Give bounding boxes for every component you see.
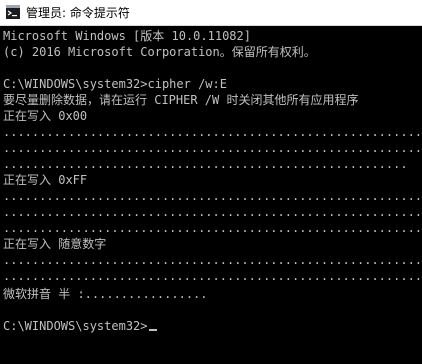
console-output[interactable]: Microsoft Windows [版本 10.0.11082] (c) 20… — [0, 26, 422, 364]
console-prompt-line[interactable]: C:\WINDOWS\system32> — [3, 318, 157, 334]
cmd-icon — [6, 5, 20, 19]
console-line-notice: 要尽量删除数据，请在运行 CIPHER /W 时关闭其他所有应用程序 — [3, 93, 359, 107]
console-line-writing-00: 正在写入 0x00 — [3, 109, 88, 123]
console-prompt: C:\WINDOWS\system32> — [3, 319, 148, 333]
ime-status-line: 微软拼音 半 :................. — [3, 287, 208, 301]
console-line-progress: ........................................… — [3, 205, 422, 219]
console-line-version: Microsoft Windows [版本 10.0.11082] — [3, 29, 251, 43]
console-line-progress: ........................................… — [3, 189, 422, 203]
console-line-progress: ........................................… — [3, 221, 422, 235]
console-line-progress: ........................................… — [3, 253, 422, 267]
console-line-progress: ........................................… — [3, 269, 422, 283]
window-title: 管理员: 命令提示符 — [26, 6, 130, 20]
console-line-writing-ff: 正在写入 0xFF — [3, 173, 88, 187]
console-line-progress: ........................................… — [3, 141, 422, 155]
console-line-copyright: (c) 2016 Microsoft Corporation。保留所有权利。 — [3, 45, 316, 59]
console-line-command: C:\WINDOWS\system32>cipher /w:E — [3, 77, 227, 91]
console-line-progress: ........................................… — [3, 125, 422, 139]
text-cursor — [148, 329, 157, 331]
console-line-writing-random: 正在写入 随意数字 — [3, 237, 107, 251]
console-line-progress: ........................................… — [3, 157, 408, 171]
command-prompt-window: 管理员: 命令提示符 Microsoft Windows [版本 10.0.11… — [0, 0, 422, 364]
title-bar[interactable]: 管理员: 命令提示符 — [0, 0, 422, 26]
